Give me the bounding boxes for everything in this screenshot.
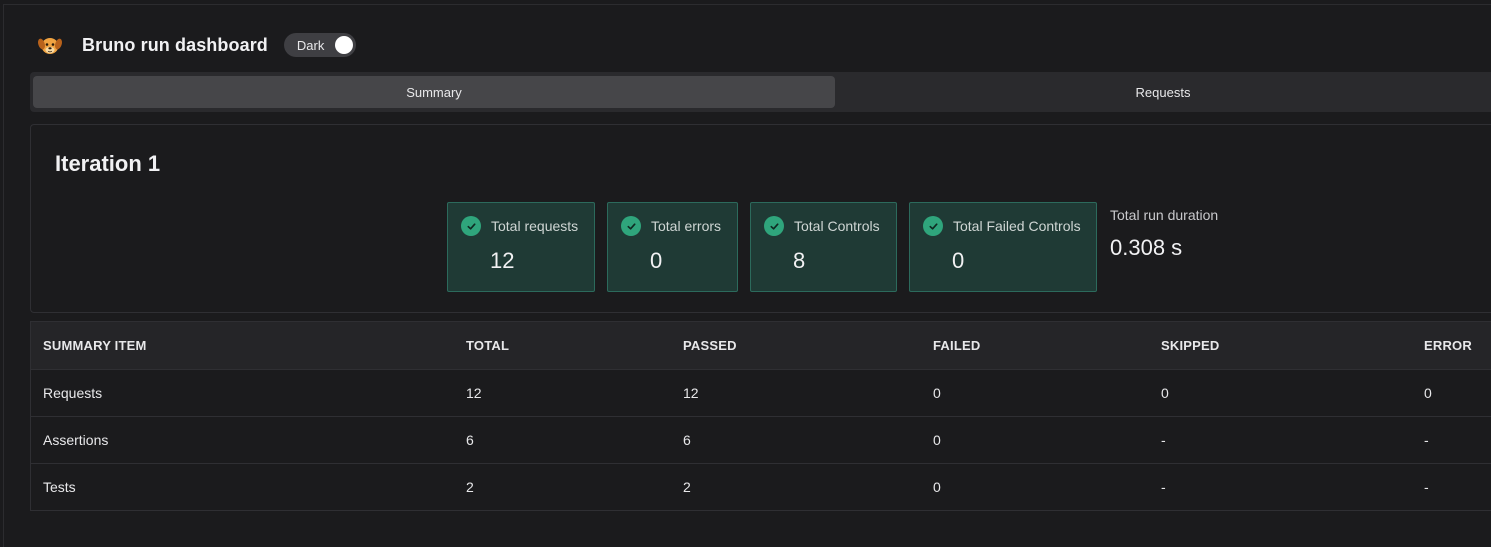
summary-table: SUMMARY ITEM TOTAL PASSED FAILED SKIPPED…: [30, 321, 1491, 511]
table-cell: Requests: [30, 369, 454, 417]
table-row: Tests 2 2 0 - -: [30, 463, 1491, 511]
table-cell: 6: [454, 416, 671, 464]
table-cell: 12: [671, 369, 921, 417]
stat-card-total-requests: Total requests 12: [447, 202, 595, 292]
tab-bar: Summary Requests: [30, 72, 1491, 112]
duration-value: 0.308 s: [1110, 235, 1183, 260]
iteration-title: Iteration 1: [55, 151, 161, 176]
app-header: Bruno run dashboard Dark: [36, 30, 356, 60]
stat-value: 8: [793, 248, 806, 273]
stat-card-total-errors: Total errors 0: [607, 202, 738, 292]
table-cell: 0: [921, 369, 1149, 417]
app-title: Bruno run dashboard: [82, 34, 268, 55]
stat-card-total-controls: Total Controls 8: [750, 202, 897, 292]
table-cell: 0: [921, 416, 1149, 464]
column-header: ERROR: [1412, 321, 1491, 370]
table-cell: -: [1149, 463, 1412, 511]
table-cell: 0: [921, 463, 1149, 511]
bruno-dog-icon: [36, 31, 64, 59]
check-circle-icon: [621, 216, 641, 236]
check-circle-icon: [461, 216, 481, 236]
table-cell: -: [1412, 463, 1491, 511]
table-cell: Assertions: [30, 416, 454, 464]
column-header: SUMMARY ITEM: [30, 321, 454, 370]
table-row: Requests 12 12 0 0 0: [30, 369, 1491, 417]
table-cell: 0: [1149, 369, 1412, 417]
check-circle-icon: [923, 216, 943, 236]
table-cell: -: [1412, 416, 1491, 464]
column-header: SKIPPED: [1149, 321, 1412, 370]
theme-toggle-label: Dark: [296, 37, 325, 53]
iteration-card: Iteration 1 Total requests 12 Total erro…: [30, 124, 1491, 313]
table-cell: Tests: [30, 463, 454, 511]
theme-toggle[interactable]: Dark: [283, 33, 356, 57]
stat-label: Total errors: [651, 218, 722, 234]
stat-label: Total Controls: [794, 218, 880, 234]
tab-summary[interactable]: Summary: [33, 76, 835, 108]
stat-value: 12: [490, 248, 515, 273]
table-row: Assertions 6 6 0 - -: [30, 416, 1491, 464]
stat-label: Total requests: [491, 218, 579, 234]
check-circle-icon: [764, 216, 784, 236]
toggle-knob: [334, 36, 353, 54]
tab-requests[interactable]: Requests: [835, 76, 1491, 108]
table-cell: 0: [1412, 369, 1491, 417]
stat-value: 0: [650, 248, 663, 273]
table-cell: -: [1149, 416, 1412, 464]
duration-label: Total run duration: [1110, 207, 1219, 223]
table-cell: 2: [454, 463, 671, 511]
column-header: FAILED: [921, 321, 1149, 370]
stat-value: 0: [952, 248, 965, 273]
column-header: PASSED: [671, 321, 921, 370]
table-cell: 6: [671, 416, 921, 464]
column-header: TOTAL: [454, 321, 671, 370]
table-cell: 2: [671, 463, 921, 511]
table-cell: 12: [454, 369, 671, 417]
stat-card-total-failed-controls: Total Failed Controls 0: [909, 202, 1097, 292]
table-header-row: SUMMARY ITEM TOTAL PASSED FAILED SKIPPED…: [30, 321, 1491, 370]
stat-label: Total Failed Controls: [953, 218, 1081, 234]
